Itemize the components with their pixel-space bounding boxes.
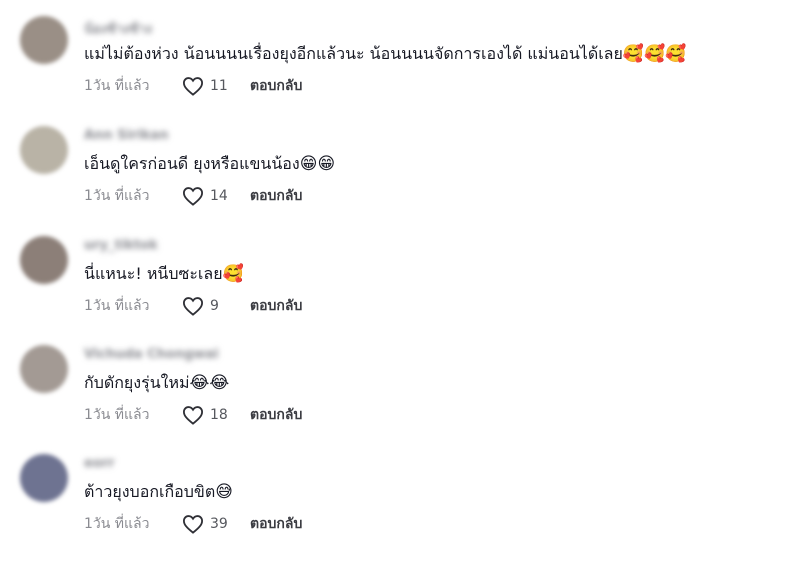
comment-text: ต้าวยุงบอกเกือบขิต😅 xyxy=(84,480,233,505)
comment-emojis: 🥰 xyxy=(222,264,244,284)
comment-body: เอ็นดูใครก่อนดี ยุงหรือแขนน้อง xyxy=(84,154,300,173)
like-button[interactable]: 14 xyxy=(182,186,240,206)
like-count: 9 xyxy=(210,298,219,314)
heart-icon xyxy=(182,406,204,425)
like-button[interactable]: 9 xyxy=(182,296,240,316)
like-button[interactable]: 39 xyxy=(182,514,240,534)
comment-meta: 1วัน ที่แล้ว 11 ตอบกลับ xyxy=(84,74,302,98)
heart-icon xyxy=(182,297,204,316)
comment-username[interactable]: ury_tiktok xyxy=(84,238,158,253)
comment-meta: 1วัน ที่แล้ว 9 ตอบกลับ xyxy=(84,294,302,318)
like-count: 18 xyxy=(210,407,228,423)
comment-username[interactable]: eorr xyxy=(84,456,115,471)
avatar[interactable] xyxy=(20,345,68,393)
comment-timestamp: 1วัน ที่แล้ว xyxy=(84,407,150,423)
comment-text: แม่ไม่ต้องห่วง น้อนนนนเรื่องยุงอีกแล้วนะ… xyxy=(84,42,686,67)
avatar[interactable] xyxy=(20,236,68,284)
comment-timestamp: 1วัน ที่แล้ว xyxy=(84,298,150,314)
heart-icon xyxy=(182,77,204,96)
comment-text: เอ็นดูใครก่อนดี ยุงหรือแขนน้อง😁😁 xyxy=(84,152,335,177)
comment-body: กับดักยุงรุ่นใหม่ xyxy=(84,373,190,392)
reply-button[interactable]: ตอบกลับ xyxy=(250,75,302,97)
comment-body: แม่ไม่ต้องห่วง น้อนนนนเรื่องยุงอีกแล้วนะ… xyxy=(84,44,623,63)
heart-icon xyxy=(182,187,204,206)
avatar[interactable] xyxy=(20,16,68,64)
comment-emojis: 🥰🥰🥰 xyxy=(622,44,687,64)
comment-body: นี่แหนะ! หนีบซะเลย xyxy=(84,264,223,283)
comment-emojis: 😁😁 xyxy=(299,154,336,174)
comment-text: นี่แหนะ! หนีบซะเลย🥰 xyxy=(84,262,244,287)
comment-meta: 1วัน ที่แล้ว 18 ตอบกลับ xyxy=(84,403,302,427)
comment-meta: 1วัน ที่แล้ว 39 ตอบกลับ xyxy=(84,512,302,536)
comment-item: ury_tiktok นี่แหนะ! หนีบซะเลย🥰 1วัน ที่แ… xyxy=(0,236,800,346)
like-button[interactable]: 11 xyxy=(182,76,240,96)
reply-button[interactable]: ตอบกลับ xyxy=(250,513,302,535)
comment-item: น้องช้างช้าง แม่ไม่ต้องห่วง น้อนนนนเรื่อ… xyxy=(0,16,800,126)
reply-button[interactable]: ตอบกลับ xyxy=(250,295,302,317)
reply-button[interactable]: ตอบกลับ xyxy=(250,185,302,207)
comment-meta: 1วัน ที่แล้ว 14 ตอบกลับ xyxy=(84,184,302,208)
comment-body: ต้าวยุงบอกเกือบขิต xyxy=(84,482,216,501)
like-button[interactable]: 18 xyxy=(182,405,240,425)
like-count: 11 xyxy=(210,78,228,94)
comment-text: กับดักยุงรุ่นใหม่😂😂 xyxy=(84,371,229,396)
comment-username[interactable]: Ann Sirikan xyxy=(84,128,168,143)
comment-emojis: 😅 xyxy=(215,482,233,502)
avatar[interactable] xyxy=(20,454,68,502)
reply-button[interactable]: ตอบกลับ xyxy=(250,404,302,426)
comment-emojis: 😂😂 xyxy=(189,373,230,393)
heart-icon xyxy=(182,515,204,534)
comment-timestamp: 1วัน ที่แล้ว xyxy=(84,78,150,94)
comment-username[interactable]: น้องช้างช้าง xyxy=(84,18,152,39)
comment-timestamp: 1วัน ที่แล้ว xyxy=(84,188,150,204)
like-count: 14 xyxy=(210,188,228,204)
comment-username[interactable]: Vichuda Chongwai xyxy=(84,347,219,362)
like-count: 39 xyxy=(210,516,228,532)
comment-item: eorr ต้าวยุงบอกเกือบขิต😅 1วัน ที่แล้ว 39… xyxy=(0,454,800,564)
avatar[interactable] xyxy=(20,126,68,174)
comment-timestamp: 1วัน ที่แล้ว xyxy=(84,516,150,532)
comment-item: Vichuda Chongwai กับดักยุงรุ่นใหม่😂😂 1วั… xyxy=(0,345,800,455)
comment-item: Ann Sirikan เอ็นดูใครก่อนดี ยุงหรือแขนน้… xyxy=(0,126,800,236)
